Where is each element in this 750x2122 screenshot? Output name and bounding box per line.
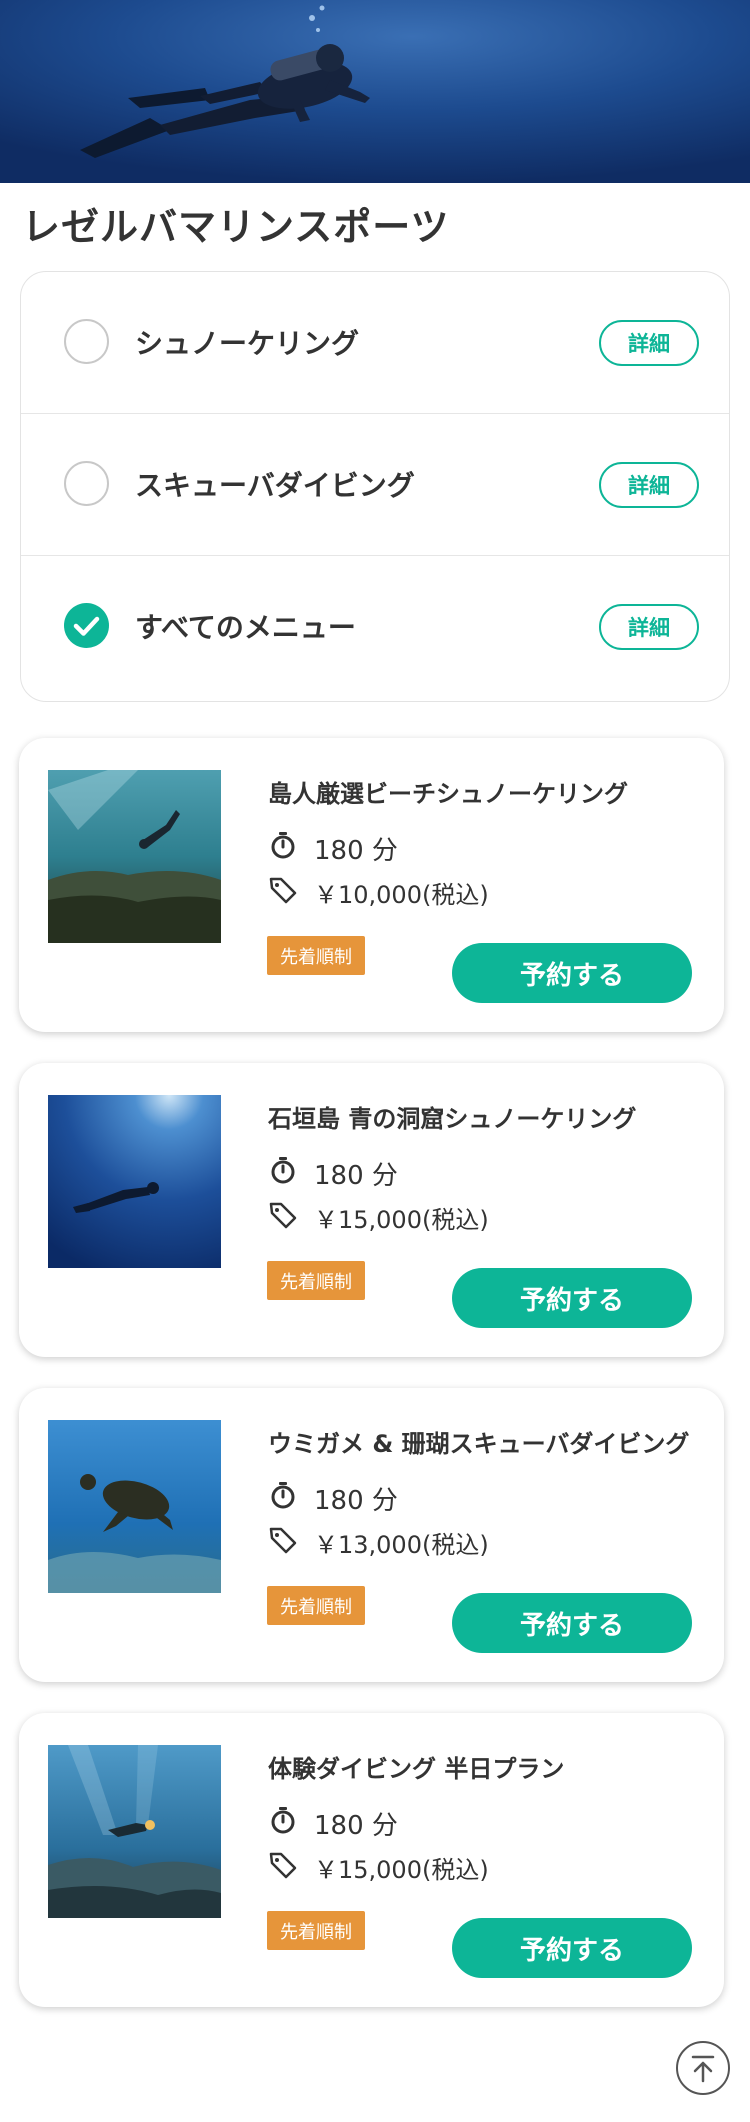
detail-button[interactable]: 詳細	[599, 320, 699, 366]
radio-check[interactable]	[64, 603, 109, 648]
tour-price: ￥10,000(税込)	[314, 881, 489, 909]
price-tag-icon	[269, 877, 297, 904]
tour-thumbnail	[48, 1745, 221, 1918]
first-come-badge: 先着順制	[267, 936, 365, 975]
menu-item-scuba-diving[interactable]: スキューバダイビング 詳細	[21, 414, 729, 556]
stopwatch-icon	[271, 1807, 295, 1834]
arrow-up-to-top-icon	[691, 2055, 715, 2083]
checkmark-icon	[73, 616, 100, 636]
tour-duration: 180 分	[314, 1486, 398, 1516]
tour-duration: 180 分	[314, 1811, 398, 1841]
menu-item-snorkeling[interactable]: シュノーケリング 詳細	[21, 272, 729, 414]
tour-title: 石垣島 青の洞窟シュノーケリング	[268, 1105, 637, 1133]
reserve-button[interactable]: 予約する	[452, 943, 692, 1003]
tour-price: ￥15,000(税込)	[314, 1206, 489, 1234]
diver-photo	[0, 0, 750, 183]
tour-thumbnail	[48, 1095, 221, 1268]
hero-image	[0, 0, 750, 183]
tour-thumbnail	[48, 1420, 221, 1593]
radio-check[interactable]	[64, 461, 109, 506]
tour-title: 島人厳選ビーチシュノーケリング	[268, 780, 628, 808]
reserve-button[interactable]: 予約する	[452, 1918, 692, 1978]
tour-card[interactable]: 体験ダイビング 半日プラン 180 分 ￥15,000(税込) 先着順制 予約す…	[19, 1713, 724, 2007]
tour-duration: 180 分	[314, 836, 398, 866]
detail-button[interactable]: 詳細	[599, 604, 699, 650]
stopwatch-icon	[271, 1482, 295, 1509]
stopwatch-icon	[271, 832, 295, 859]
first-come-badge: 先着順制	[267, 1261, 365, 1300]
reserve-button[interactable]: 予約する	[452, 1593, 692, 1653]
menu-item-label: すべてのメニュー	[135, 611, 356, 644]
scroll-to-top-button[interactable]	[676, 2041, 730, 2095]
tour-price: ￥13,000(税込)	[314, 1531, 489, 1559]
menu-item-all[interactable]: すべてのメニュー 詳細	[21, 556, 729, 698]
radio-check[interactable]	[64, 319, 109, 364]
detail-button[interactable]: 詳細	[599, 462, 699, 508]
price-tag-icon	[269, 1202, 297, 1229]
price-tag-icon	[269, 1527, 297, 1554]
menu-item-label: スキューバダイビング	[135, 469, 415, 502]
tour-card[interactable]: ウミガメ & 珊瑚スキューバダイビング 180 分 ￥13,000(税込) 先着…	[19, 1388, 724, 1682]
tour-title: ウミガメ & 珊瑚スキューバダイビング	[268, 1430, 690, 1458]
price-tag-icon	[269, 1852, 297, 1879]
menu-filter-list: シュノーケリング 詳細 スキューバダイビング 詳細 すべてのメニュー 詳細	[20, 271, 730, 702]
menu-item-label: シュノーケリング	[135, 327, 360, 360]
stopwatch-icon	[271, 1157, 295, 1184]
tour-title: 体験ダイビング 半日プラン	[268, 1755, 565, 1783]
tour-price: ￥15,000(税込)	[314, 1856, 489, 1884]
first-come-badge: 先着順制	[267, 1586, 365, 1625]
tour-thumbnail	[48, 770, 221, 943]
tour-card[interactable]: 石垣島 青の洞窟シュノーケリング 180 分 ￥15,000(税込) 先着順制 …	[19, 1063, 724, 1357]
first-come-badge: 先着順制	[267, 1911, 365, 1950]
tour-card[interactable]: 島人厳選ビーチシュノーケリング 180 分 ￥10,000(税込) 先着順制 予…	[19, 738, 724, 1032]
shop-title: レゼルバマリンスポーツ	[22, 205, 450, 249]
tour-duration: 180 分	[314, 1161, 398, 1191]
reserve-button[interactable]: 予約する	[452, 1268, 692, 1328]
